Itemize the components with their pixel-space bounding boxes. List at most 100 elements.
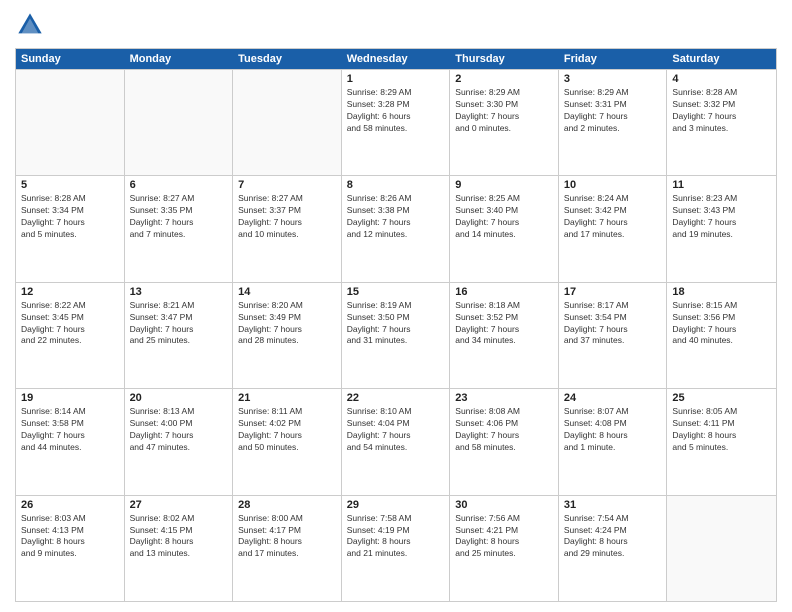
day-info: Sunrise: 8:14 AM Sunset: 3:58 PM Dayligh… <box>21 406 119 454</box>
day-number: 11 <box>672 179 771 191</box>
day-info: Sunrise: 8:18 AM Sunset: 3:52 PM Dayligh… <box>455 300 553 348</box>
day-number: 1 <box>347 73 445 85</box>
day-info: Sunrise: 8:19 AM Sunset: 3:50 PM Dayligh… <box>347 300 445 348</box>
day-cell-13: 13Sunrise: 8:21 AM Sunset: 3:47 PM Dayli… <box>125 283 234 388</box>
day-info: Sunrise: 8:11 AM Sunset: 4:02 PM Dayligh… <box>238 406 336 454</box>
day-number: 24 <box>564 392 662 404</box>
calendar: SundayMondayTuesdayWednesdayThursdayFrid… <box>15 48 777 602</box>
day-info: Sunrise: 7:56 AM Sunset: 4:21 PM Dayligh… <box>455 513 553 561</box>
day-number: 3 <box>564 73 662 85</box>
day-number: 14 <box>238 286 336 298</box>
day-number: 10 <box>564 179 662 191</box>
day-info: Sunrise: 8:25 AM Sunset: 3:40 PM Dayligh… <box>455 193 553 241</box>
day-cell-28: 28 Sunrise: 8:00 AM Sunset: 4:17 PM Dayli… <box>233 496 342 601</box>
day-info: Sunrise: 7:58 AM Sunset: 4:19 PM Dayligh… <box>347 513 445 561</box>
day-number: 20 <box>130 392 228 404</box>
day-cell-27: 27 Sunrise: 8:02 AM Sunset: 4:15 PM Dayli… <box>125 496 234 601</box>
weekday-header-wednesday: Wednesday <box>342 49 451 69</box>
day-cell-17: 17 Sunrise: 8:17 AM Sunset: 3:54 PM Dayli… <box>559 283 668 388</box>
day-number: 12 <box>21 286 119 298</box>
day-number: 29 <box>347 499 445 511</box>
calendar-row-4: 26 Sunrise: 8:03 AM Sunset: 4:13 PM Dayli… <box>16 495 776 601</box>
day-cell-30: 30 Sunrise: 7:56 AM Sunset: 4:21 PM Dayli… <box>450 496 559 601</box>
day-info: Sunrise: 8:07 AM Sunset: 4:08 PM Dayligh… <box>564 406 662 454</box>
empty-cell-0-1 <box>125 70 234 175</box>
day-cell-19: 19 Sunrise: 8:14 AM Sunset: 3:58 PM Dayli… <box>16 389 125 494</box>
header <box>15 10 777 40</box>
calendar-row-2: 12 Sunrise: 8:22 AM Sunset: 3:45 PM Dayli… <box>16 282 776 388</box>
day-number: 19 <box>21 392 119 404</box>
day-number: 8 <box>347 179 445 191</box>
logo-icon <box>15 10 45 40</box>
day-number: 26 <box>21 499 119 511</box>
day-cell-4: 4 Sunrise: 8:28 AM Sunset: 3:32 PM Daylig… <box>667 70 776 175</box>
calendar-row-3: 19 Sunrise: 8:14 AM Sunset: 3:58 PM Dayli… <box>16 388 776 494</box>
weekday-header-monday: Monday <box>125 49 234 69</box>
day-number: 6 <box>130 179 228 191</box>
calendar-header: SundayMondayTuesdayWednesdayThursdayFrid… <box>16 49 776 69</box>
page: SundayMondayTuesdayWednesdayThursdayFrid… <box>0 0 792 612</box>
weekday-header-tuesday: Tuesday <box>233 49 342 69</box>
day-cell-23: 23 Sunrise: 8:08 AM Sunset: 4:06 PM Dayli… <box>450 389 559 494</box>
empty-cell-0-0 <box>16 70 125 175</box>
day-number: 30 <box>455 499 553 511</box>
day-cell-25: 25 Sunrise: 8:05 AM Sunset: 4:11 PM Dayli… <box>667 389 776 494</box>
day-info: Sunrise: 8:28 AM Sunset: 3:32 PM Dayligh… <box>672 87 771 135</box>
day-info: Sunrise: 8:28 AM Sunset: 3:34 PM Dayligh… <box>21 193 119 241</box>
day-number: 25 <box>672 392 771 404</box>
day-number: 9 <box>455 179 553 191</box>
day-cell-6: 6Sunrise: 8:27 AM Sunset: 3:35 PM Daylig… <box>125 176 234 281</box>
day-number: 31 <box>564 499 662 511</box>
day-number: 23 <box>455 392 553 404</box>
day-info: Sunrise: 8:27 AM Sunset: 3:37 PM Dayligh… <box>238 193 336 241</box>
day-info: Sunrise: 8:22 AM Sunset: 3:45 PM Dayligh… <box>21 300 119 348</box>
day-info: Sunrise: 8:26 AM Sunset: 3:38 PM Dayligh… <box>347 193 445 241</box>
day-number: 22 <box>347 392 445 404</box>
empty-cell-4-6 <box>667 496 776 601</box>
day-cell-24: 24 Sunrise: 8:07 AM Sunset: 4:08 PM Dayli… <box>559 389 668 494</box>
day-info: Sunrise: 8:29 AM Sunset: 3:30 PM Dayligh… <box>455 87 553 135</box>
day-number: 28 <box>238 499 336 511</box>
day-info: Sunrise: 8:13 AM Sunset: 4:00 PM Dayligh… <box>130 406 228 454</box>
day-cell-3: 3 Sunrise: 8:29 AM Sunset: 3:31 PM Daylig… <box>559 70 668 175</box>
calendar-body: 1 Sunrise: 8:29 AM Sunset: 3:28 PM Daylig… <box>16 69 776 601</box>
day-info: Sunrise: 8:08 AM Sunset: 4:06 PM Dayligh… <box>455 406 553 454</box>
day-number: 16 <box>455 286 553 298</box>
day-info: Sunrise: 8:29 AM Sunset: 3:28 PM Dayligh… <box>347 87 445 135</box>
day-info: Sunrise: 8:17 AM Sunset: 3:54 PM Dayligh… <box>564 300 662 348</box>
day-info: Sunrise: 8:23 AM Sunset: 3:43 PM Dayligh… <box>672 193 771 241</box>
day-cell-2: 2Sunrise: 8:29 AM Sunset: 3:30 PM Daylig… <box>450 70 559 175</box>
day-info: Sunrise: 8:05 AM Sunset: 4:11 PM Dayligh… <box>672 406 771 454</box>
calendar-row-1: 5 Sunrise: 8:28 AM Sunset: 3:34 PM Daylig… <box>16 175 776 281</box>
day-number: 27 <box>130 499 228 511</box>
day-number: 17 <box>564 286 662 298</box>
weekday-header-sunday: Sunday <box>16 49 125 69</box>
day-info: Sunrise: 8:15 AM Sunset: 3:56 PM Dayligh… <box>672 300 771 348</box>
weekday-header-thursday: Thursday <box>450 49 559 69</box>
empty-cell-0-2 <box>233 70 342 175</box>
day-info: Sunrise: 8:03 AM Sunset: 4:13 PM Dayligh… <box>21 513 119 561</box>
day-number: 15 <box>347 286 445 298</box>
day-cell-1: 1 Sunrise: 8:29 AM Sunset: 3:28 PM Daylig… <box>342 70 451 175</box>
calendar-row-0: 1 Sunrise: 8:29 AM Sunset: 3:28 PM Daylig… <box>16 69 776 175</box>
day-info: Sunrise: 7:54 AM Sunset: 4:24 PM Dayligh… <box>564 513 662 561</box>
day-number: 7 <box>238 179 336 191</box>
day-info: Sunrise: 8:00 AM Sunset: 4:17 PM Dayligh… <box>238 513 336 561</box>
day-info: Sunrise: 8:10 AM Sunset: 4:04 PM Dayligh… <box>347 406 445 454</box>
day-cell-18: 18 Sunrise: 8:15 AM Sunset: 3:56 PM Dayli… <box>667 283 776 388</box>
day-cell-15: 15 Sunrise: 8:19 AM Sunset: 3:50 PM Dayli… <box>342 283 451 388</box>
day-number: 5 <box>21 179 119 191</box>
day-info: Sunrise: 8:29 AM Sunset: 3:31 PM Dayligh… <box>564 87 662 135</box>
day-cell-9: 9 Sunrise: 8:25 AM Sunset: 3:40 PM Daylig… <box>450 176 559 281</box>
day-cell-16: 16 Sunrise: 8:18 AM Sunset: 3:52 PM Dayli… <box>450 283 559 388</box>
day-number: 18 <box>672 286 771 298</box>
day-number: 4 <box>672 73 771 85</box>
day-info: Sunrise: 8:02 AM Sunset: 4:15 PM Dayligh… <box>130 513 228 561</box>
day-cell-8: 8 Sunrise: 8:26 AM Sunset: 3:38 PM Daylig… <box>342 176 451 281</box>
day-info: Sunrise: 8:24 AM Sunset: 3:42 PM Dayligh… <box>564 193 662 241</box>
day-cell-12: 12 Sunrise: 8:22 AM Sunset: 3:45 PM Dayli… <box>16 283 125 388</box>
day-number: 21 <box>238 392 336 404</box>
day-cell-11: 11 Sunrise: 8:23 AM Sunset: 3:43 PM Dayli… <box>667 176 776 281</box>
day-cell-21: 21 Sunrise: 8:11 AM Sunset: 4:02 PM Dayli… <box>233 389 342 494</box>
day-cell-20: 20 Sunrise: 8:13 AM Sunset: 4:00 PM Dayli… <box>125 389 234 494</box>
